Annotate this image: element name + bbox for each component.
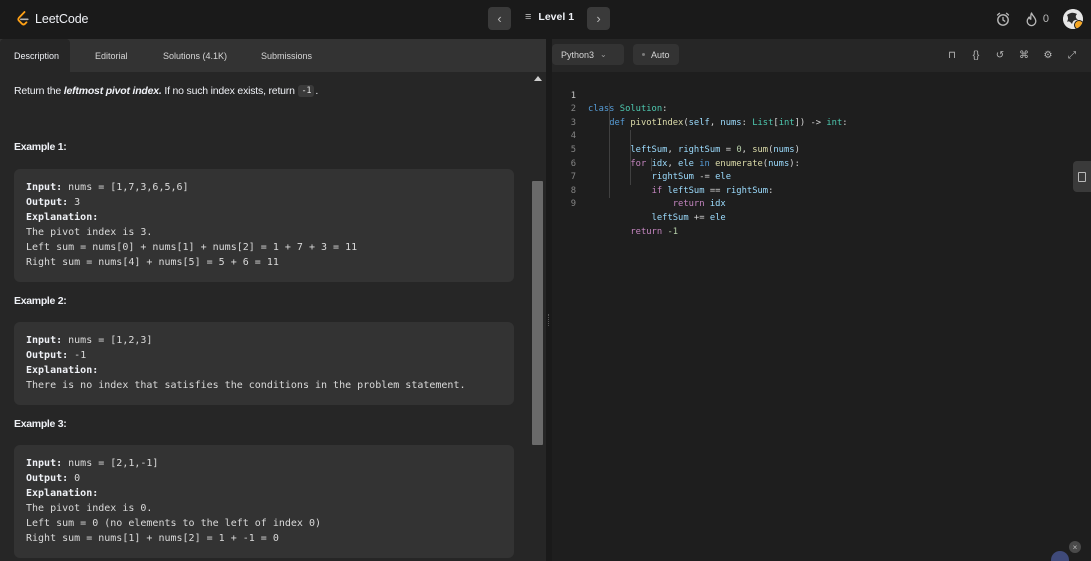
mode-label: Auto	[651, 49, 670, 60]
streak-count: 0	[1042, 13, 1049, 25]
input-value: nums = [2,1,-1]	[62, 458, 159, 469]
fire-icon	[1026, 11, 1037, 26]
explanation-line: Right sum = nums[1] + nums[2] = 1 + -1 =…	[26, 533, 279, 544]
explanation-line: Right sum = nums[4] + nums[5] = 5 + 6 = …	[26, 257, 279, 268]
editor-toolbar: Python3 ⌄ Auto ⊓ {} ↺ ⌘ ⚙ ⤢	[552, 39, 1091, 72]
code-text: leftSum += ele	[651, 212, 726, 223]
explanation-line: There is no index that satisfies the con…	[26, 380, 466, 391]
leetcode-logo-icon	[17, 11, 29, 26]
intro-suffix: .	[315, 85, 319, 97]
status-dot-icon	[642, 53, 645, 56]
example-3-title: Example 3:	[14, 418, 67, 430]
description-scrollbar[interactable]	[530, 72, 546, 561]
code-line: 4 for idx, ele in enumerate(nums):	[552, 116, 1091, 169]
example-2-title: Example 2:	[14, 295, 67, 307]
list-icon: ≡	[525, 11, 532, 23]
example-1-title: Example 1:	[14, 141, 67, 153]
output-value: 0	[68, 473, 81, 484]
input-label: Input:	[26, 182, 63, 193]
expand-icon[interactable]: ⤢	[1065, 50, 1079, 61]
forward-chevron-icon: ›	[596, 11, 601, 26]
code-text: return idx	[672, 199, 726, 210]
code-line: 9 return -1	[552, 184, 1091, 237]
command-icon[interactable]: ⌘	[1017, 50, 1031, 61]
explanation-label: Explanation:	[26, 365, 99, 376]
side-panel-tab[interactable]	[1073, 161, 1091, 192]
explanation-line: The pivot index is 3.	[26, 227, 153, 238]
braces-icon[interactable]: {}	[969, 50, 983, 61]
explanation-line: Left sum = nums[0] + nums[1] + nums[2] =…	[26, 242, 358, 253]
tab-solutions[interactable]: Solutions (4.1K)	[139, 39, 239, 72]
close-icon[interactable]: ×	[1069, 541, 1081, 553]
bookmark-icon[interactable]: ⊓	[945, 50, 959, 61]
code-line: 7 return idx	[552, 157, 1091, 209]
code-line: 3 leftSum, rightSum = 0, sum(nums)	[552, 103, 1091, 155]
problem-panel: Description Editorial Solutions (4.1K) S…	[0, 39, 546, 561]
tab-editorial[interactable]: Editorial	[70, 39, 139, 72]
user-avatar[interactable]	[1063, 9, 1083, 29]
tab-description[interactable]: Description	[0, 39, 70, 72]
language-label: Python3	[561, 49, 595, 60]
tab-submissions[interactable]: Submissions	[239, 39, 312, 72]
document-icon	[1078, 171, 1086, 182]
code-line: 2 def pivotIndex(self, nums: List[int]) …	[552, 90, 1091, 128]
example-1-box: Input: nums = [1,7,3,6,5,6] Output: 3 Ex…	[14, 169, 514, 282]
alarm-icon[interactable]	[995, 11, 1011, 27]
intro-emphasis: leftmost pivot index.	[63, 85, 162, 97]
output-value: 3	[68, 197, 81, 208]
output-value: -1	[68, 350, 87, 361]
output-label: Output:	[26, 473, 69, 484]
leetcode-logo[interactable]: LeetCode	[16, 9, 89, 29]
next-problem-button[interactable]: ›	[587, 7, 610, 30]
input-value: nums = [1,2,3]	[62, 335, 153, 346]
intro-text: Return the	[14, 85, 64, 97]
streak-counter[interactable]: 0	[1025, 11, 1049, 27]
problem-tabs: Description Editorial Solutions (4.1K) S…	[0, 39, 546, 72]
prev-problem-button[interactable]: ‹	[488, 7, 511, 30]
auto-mode-button[interactable]: Auto	[633, 44, 679, 65]
chevron-down-icon: ⌄	[600, 50, 607, 59]
input-label: Input:	[26, 458, 63, 469]
top-bar: LeetCode ‹ ≡ Level 1 › 0	[0, 0, 1091, 37]
intro-text-mid: If no such index exists, return	[161, 85, 298, 97]
logo-text: LeetCode	[35, 12, 89, 26]
reset-icon[interactable]: ↺	[993, 50, 1007, 61]
code-line: 5 rightSum -= ele	[552, 130, 1091, 182]
code-text: return -1	[630, 226, 679, 237]
explanation-line: The pivot index is 0.	[26, 503, 153, 514]
input-value: nums = [1,7,3,6,5,6]	[62, 182, 189, 193]
explanation-label: Explanation:	[26, 488, 99, 499]
scroll-thumb[interactable]	[532, 181, 543, 445]
line-number: 9	[570, 199, 576, 210]
output-label: Output:	[26, 197, 69, 208]
avatar-image-icon	[1063, 9, 1083, 29]
problem-list-button[interactable]: ≡ Level 1	[525, 11, 574, 23]
output-label: Output:	[26, 350, 69, 361]
scroll-up-arrow-icon[interactable]	[534, 76, 542, 81]
problem-description: Return the leftmost pivot index. If no s…	[0, 72, 530, 561]
explanation-line: Left sum = 0 (no elements to the left of…	[26, 518, 322, 529]
code-area[interactable]: 1 class Solution: 2 def pivotIndex(self,…	[552, 76, 1091, 237]
drag-handle-icon[interactable]	[548, 314, 550, 326]
example-3-box: Input: nums = [2,1,-1] Output: 0 Explana…	[14, 445, 514, 558]
inline-code: -1	[298, 85, 315, 97]
code-editor-panel: Python3 ⌄ Auto ⊓ {} ↺ ⌘ ⚙ ⤢ 1 class Solu…	[552, 39, 1091, 561]
code-line: 6 if leftSum == rightSum:	[552, 143, 1091, 196]
language-selector[interactable]: Python3 ⌄	[552, 44, 624, 65]
level-label: Level 1	[538, 11, 575, 23]
input-label: Input:	[26, 335, 63, 346]
settings-icon[interactable]: ⚙	[1041, 50, 1055, 61]
code-line: 8 leftSum += ele	[552, 171, 1091, 223]
description-intro: Return the leftmost pivot index. If no s…	[14, 85, 318, 97]
code-line: 1 class Solution:	[552, 76, 1091, 115]
explanation-label: Explanation:	[26, 212, 99, 223]
back-chevron-icon: ‹	[497, 11, 502, 26]
example-2-box: Input: nums = [1,2,3] Output: -1 Explana…	[14, 322, 514, 405]
top-right-controls: 0	[995, 8, 1083, 30]
editor-tool-icons: ⊓ {} ↺ ⌘ ⚙ ⤢	[945, 47, 1079, 63]
